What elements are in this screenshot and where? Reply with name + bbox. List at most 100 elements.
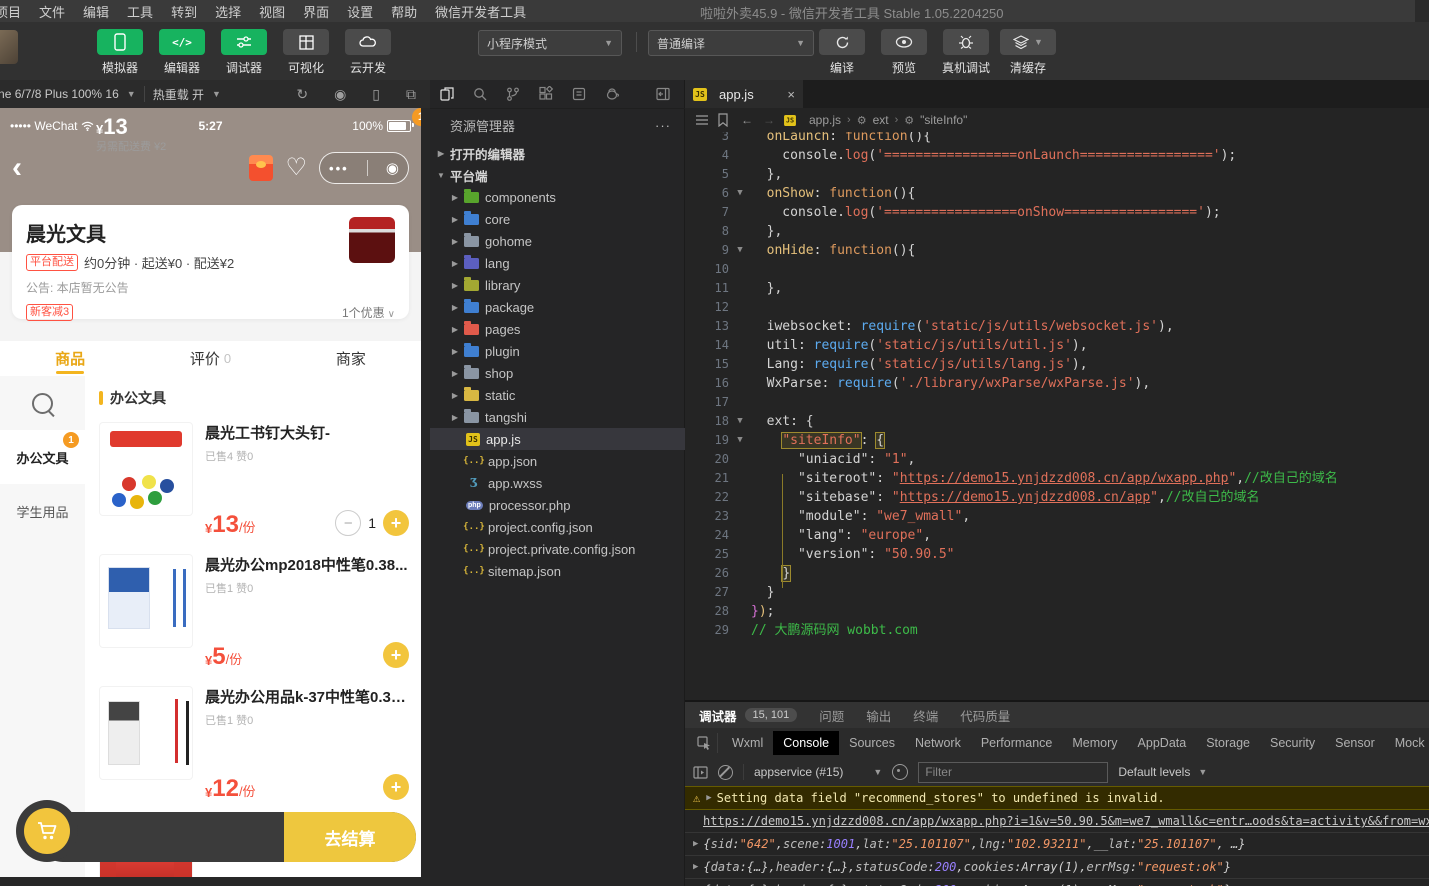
- code-line-7[interactable]: 7 console.log('=================onShow==…: [685, 203, 1429, 222]
- code-line-24[interactable]: 24 "lang": "europe",: [685, 526, 1429, 545]
- miniprogram-capsule[interactable]: ••• ◉: [319, 152, 409, 184]
- context-select[interactable]: appservice (#15) ▼: [754, 765, 882, 779]
- hot-reload-toggle[interactable]: 热重载 开▼: [145, 86, 229, 103]
- store-tab-商品[interactable]: 商品: [0, 341, 140, 376]
- close-target-icon[interactable]: ◉: [386, 159, 399, 177]
- file-project.private.config.json[interactable]: {..}project.private.config.json: [430, 538, 685, 560]
- files-icon[interactable]: [430, 80, 463, 108]
- red-envelope-icon[interactable]: [249, 155, 273, 181]
- devtools-tab-Security[interactable]: Security: [1260, 731, 1325, 755]
- toolbar-button-模拟器[interactable]: 模拟器: [94, 29, 146, 76]
- code-line-16[interactable]: 16 WxParse: require('./library/wxParse/w…: [685, 374, 1429, 393]
- expand-arrow-icon[interactable]: ▶: [693, 862, 698, 872]
- devtools-tab-Sources[interactable]: Sources: [839, 731, 905, 755]
- code-line-20[interactable]: 20 "uniacid": "1",: [685, 450, 1429, 469]
- code-line-10[interactable]: 10: [685, 260, 1429, 279]
- menu-item-视图[interactable]: 视图: [250, 2, 294, 21]
- folder-components[interactable]: ▶components: [430, 186, 685, 208]
- filter-input[interactable]: [918, 762, 1108, 783]
- add-button[interactable]: +: [383, 774, 409, 800]
- code-line-23[interactable]: 23 "module": "we7_wmall",: [685, 507, 1429, 526]
- menu-item-选择[interactable]: 选择: [206, 2, 250, 21]
- code-line-22[interactable]: 22 "sitebase": "https://demo15.ynjdzzd00…: [685, 488, 1429, 507]
- tab-appjs[interactable]: JS app.js ×: [685, 80, 803, 108]
- code-area[interactable]: 3 onLaunch: function(){4 console.log('==…: [685, 127, 1429, 700]
- search-button[interactable]: [0, 376, 85, 430]
- store-tab-评价[interactable]: 评价0: [140, 341, 280, 376]
- store-tab-商家[interactable]: 商家: [281, 341, 421, 376]
- back-arrow-icon[interactable]: ←: [739, 113, 755, 127]
- back-button[interactable]: ‹: [12, 155, 22, 181]
- folder-package[interactable]: ▶package: [430, 296, 685, 318]
- coupon-expander[interactable]: 1个优惠∨: [342, 304, 395, 321]
- code-line-13[interactable]: 13 iwebsocket: require('static/js/utils/…: [685, 317, 1429, 336]
- breadcrumb-symbol[interactable]: ext: [873, 113, 889, 127]
- folder-打开的编辑器[interactable]: ▶打开的编辑器: [430, 142, 685, 164]
- debugger-tab-调试器[interactable]: 调试器15, 101: [699, 706, 797, 725]
- collapse-sidebar-icon[interactable]: [646, 80, 679, 108]
- record-icon[interactable]: ◉: [334, 86, 346, 103]
- file-app.js[interactable]: JSapp.js: [430, 428, 685, 450]
- folder-lang[interactable]: ▶lang: [430, 252, 685, 274]
- code-line-25[interactable]: 25 "version": "50.90.5": [685, 545, 1429, 564]
- folder-plugin[interactable]: ▶plugin: [430, 340, 685, 362]
- category-item-学生用品[interactable]: 学生用品: [0, 484, 85, 538]
- drawer-icon[interactable]: [693, 766, 708, 779]
- code-line-29[interactable]: 29// 大鹏源码网 wobbt.com: [685, 621, 1429, 640]
- expand-arrow-icon[interactable]: ▶: [706, 793, 711, 803]
- code-line-27[interactable]: 27 }: [685, 583, 1429, 602]
- code-line-15[interactable]: 15 Lang: require('static/js/utils/lang.j…: [685, 355, 1429, 374]
- devtools-tab-AppData[interactable]: AppData: [1128, 731, 1197, 755]
- menu-item-设置[interactable]: 设置: [338, 2, 382, 21]
- close-icon[interactable]: ×: [787, 87, 795, 102]
- code-line-17[interactable]: 17: [685, 393, 1429, 412]
- code-line-26[interactable]: 26 }: [685, 564, 1429, 583]
- add-button[interactable]: +: [383, 510, 409, 536]
- toolbar-button-清缓存[interactable]: ▼清缓存: [1002, 29, 1054, 76]
- log-levels-select[interactable]: Default levels▼: [1118, 765, 1207, 779]
- toolbar-button-真机调试[interactable]: 真机调试: [940, 29, 992, 76]
- code-line-11[interactable]: 11 },: [685, 279, 1429, 298]
- clear-console-icon[interactable]: [718, 765, 733, 780]
- eye-icon[interactable]: [892, 764, 908, 780]
- devtools-tab-Mock[interactable]: Mock: [1385, 731, 1429, 755]
- forward-arrow-icon[interactable]: →: [761, 113, 777, 127]
- user-avatar[interactable]: [0, 30, 18, 64]
- code-line-28[interactable]: 28});: [685, 602, 1429, 621]
- folder-平台端[interactable]: ▼平台端: [430, 164, 685, 186]
- breadcrumb-file[interactable]: app.js: [809, 113, 841, 127]
- category-item-办公文具[interactable]: 办公文具1: [0, 430, 85, 484]
- device-frame-icon[interactable]: ▯: [372, 86, 380, 103]
- code-line-5[interactable]: 5 },: [685, 165, 1429, 184]
- code-line-6[interactable]: 6▼ onShow: function(){: [685, 184, 1429, 203]
- console-row-obj[interactable]: ▶{data: {…}, header: {…}, statusCode: 20…: [685, 879, 1429, 886]
- devtools-tab-Wxml[interactable]: Wxml: [722, 731, 773, 755]
- console-row-obj[interactable]: ▶{sid: "642", scene: 1001, lat: "25.1011…: [685, 833, 1429, 856]
- folder-tangshi[interactable]: ▶tangshi: [430, 406, 685, 428]
- tool-icon[interactable]: [595, 80, 628, 108]
- debugger-tab-输出[interactable]: 输出: [866, 706, 891, 725]
- compile-mode-select[interactable]: 普通编译▼: [648, 30, 814, 56]
- more-actions-icon[interactable]: ···: [655, 118, 671, 133]
- extensions-icon[interactable]: [529, 80, 562, 108]
- menu-item-转到[interactable]: 转到: [162, 2, 206, 21]
- toolbar-button-调试器[interactable]: 调试器: [218, 29, 270, 76]
- inspect-icon[interactable]: [691, 733, 718, 753]
- folder-core[interactable]: ▶core: [430, 208, 685, 230]
- breadcrumb-symbol[interactable]: "siteInfo": [920, 113, 967, 127]
- code-line-14[interactable]: 14 util: require('static/js/utils/util.j…: [685, 336, 1429, 355]
- detach-window-icon[interactable]: ⧉: [406, 86, 416, 103]
- code-line-9[interactable]: 9▼ onHide: function(){: [685, 241, 1429, 260]
- folder-gohome[interactable]: ▶gohome: [430, 230, 685, 252]
- device-select[interactable]: iPhone 6/7/8 Plus 100% 16▼: [0, 87, 144, 101]
- file-app.json[interactable]: {..}app.json: [430, 450, 685, 472]
- menu-item-工具[interactable]: 工具: [118, 2, 162, 21]
- menu-item-界面[interactable]: 界面: [294, 2, 338, 21]
- folder-shop[interactable]: ▶shop: [430, 362, 685, 384]
- folder-pages[interactable]: ▶pages: [430, 318, 685, 340]
- file-processor.php[interactable]: phpprocessor.php: [430, 494, 685, 516]
- checkout-button[interactable]: 去结算: [284, 812, 416, 862]
- code-line-18[interactable]: 18▼ ext: {: [685, 412, 1429, 431]
- debugger-tab-代码质量[interactable]: 代码质量: [960, 706, 1010, 725]
- bookmark-icon[interactable]: [717, 113, 733, 127]
